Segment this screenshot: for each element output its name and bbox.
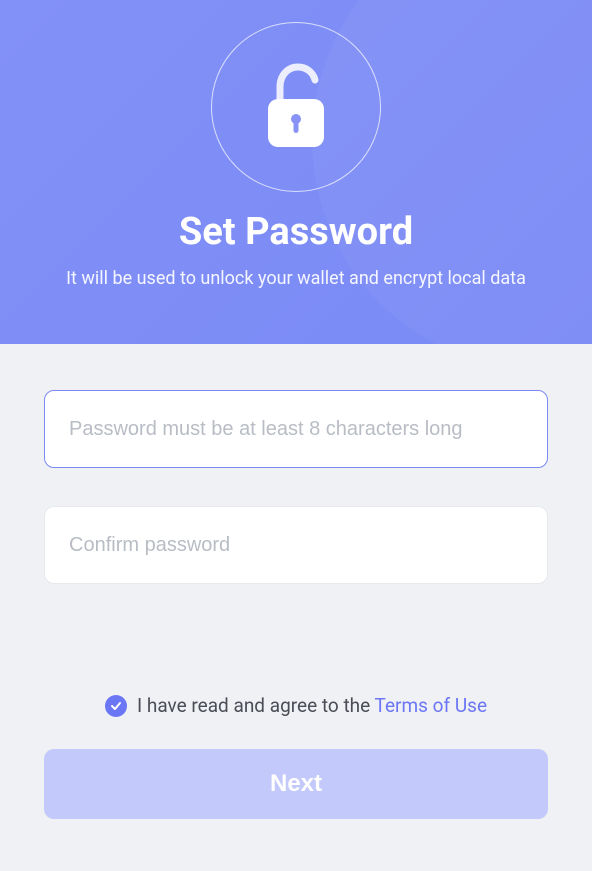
page-subtitle: It will be used to unlock your wallet an… xyxy=(66,268,526,289)
next-button[interactable]: Next xyxy=(44,749,548,819)
agreement-prefix: I have read and agree to the xyxy=(137,694,375,717)
page-title: Set Password xyxy=(179,210,413,254)
password-input[interactable] xyxy=(44,390,548,468)
confirm-password-input[interactable] xyxy=(44,506,548,584)
lock-icon-circle xyxy=(211,22,381,192)
agreement-text: I have read and agree to the Terms of Us… xyxy=(137,694,487,717)
unlock-icon xyxy=(252,57,340,157)
header: Set Password It will be used to unlock y… xyxy=(0,0,592,344)
form-area: I have read and agree to the Terms of Us… xyxy=(0,344,592,819)
agreement-row: I have read and agree to the Terms of Us… xyxy=(44,694,548,717)
checkmark-icon xyxy=(110,700,122,712)
terms-link[interactable]: Terms of Use xyxy=(375,694,487,717)
agreement-checkbox[interactable] xyxy=(105,695,127,717)
